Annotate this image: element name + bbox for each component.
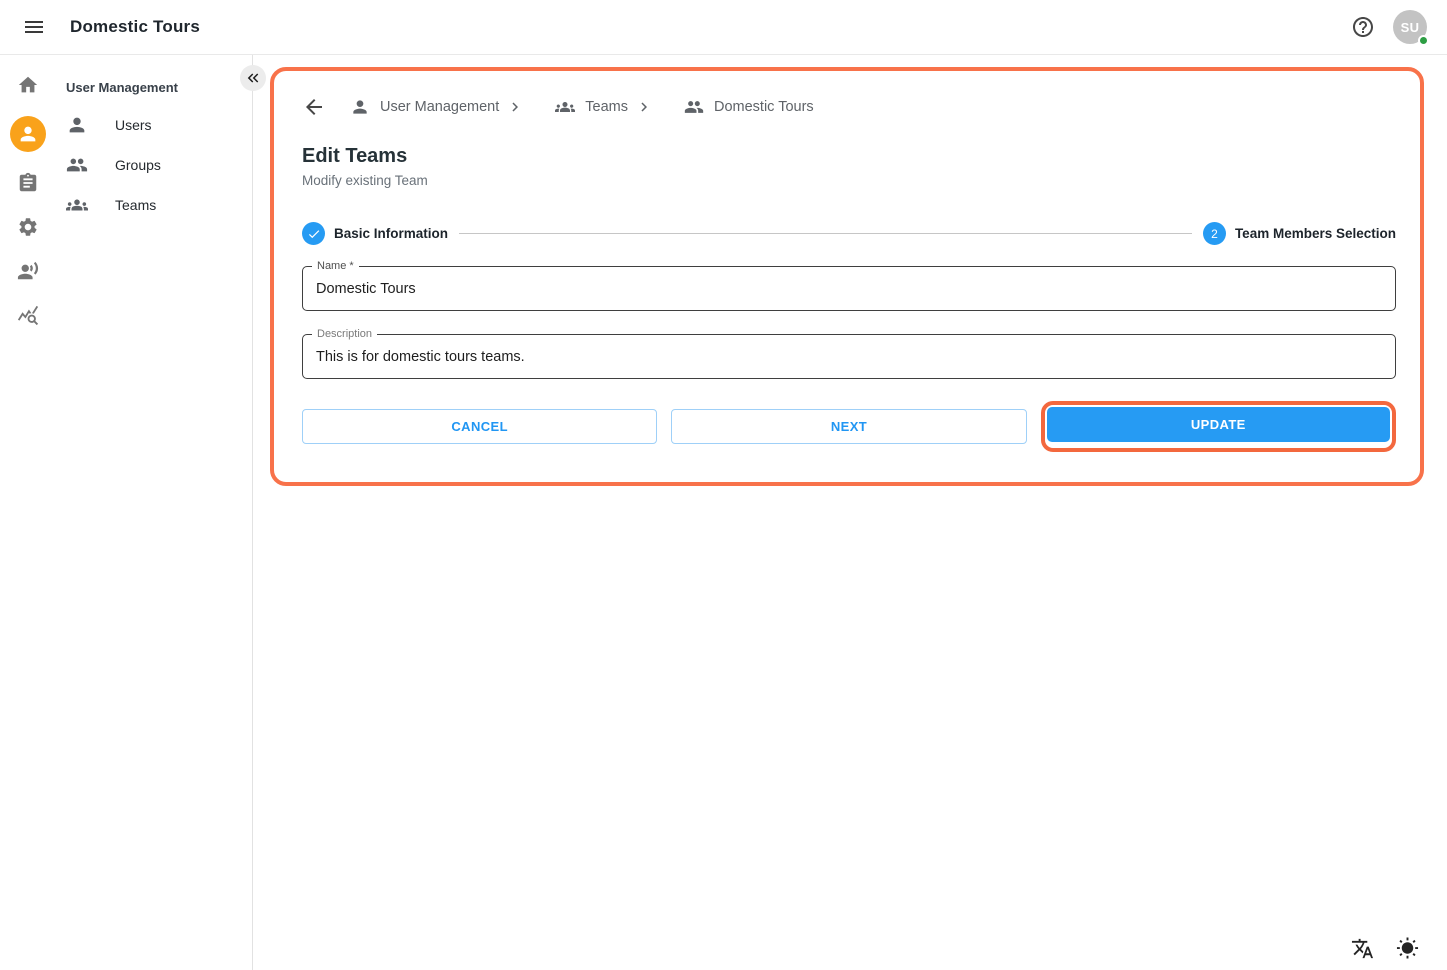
step-label: Team Members Selection	[1235, 226, 1396, 241]
sidebar-item-label: Users	[115, 117, 152, 133]
step-check-icon	[302, 222, 325, 245]
description-input[interactable]	[316, 349, 1382, 365]
name-field-label: Name *	[312, 260, 359, 272]
rail-analytics[interactable]	[6, 298, 50, 332]
sidebar-collapse-button[interactable]	[240, 65, 266, 91]
sidebar-item-users[interactable]: Users	[55, 105, 252, 145]
group-icon	[66, 154, 88, 176]
user-management-icon	[10, 116, 46, 152]
online-status-dot	[1418, 35, 1429, 46]
step-number: 2	[1203, 222, 1226, 245]
step-label: Basic Information	[334, 226, 448, 241]
menu-icon[interactable]	[22, 15, 46, 39]
description-field-label: Description	[312, 328, 377, 340]
rail-voice-over[interactable]	[6, 254, 50, 288]
sidebar-item-groups[interactable]: Groups	[55, 145, 252, 185]
sidebar-item-teams[interactable]: Teams	[55, 185, 252, 225]
user-icon	[350, 97, 370, 117]
stepper-connector	[459, 233, 1192, 234]
description-field: Description	[302, 334, 1396, 379]
clipboard-tasks-icon	[17, 172, 39, 194]
step-team-members-selection[interactable]: 2 Team Members Selection	[1203, 222, 1396, 245]
step-basic-information[interactable]: Basic Information	[302, 222, 448, 245]
chevron-right-icon	[506, 98, 524, 116]
user-icon	[66, 114, 88, 136]
breadcrumb-user-management[interactable]: User Management	[350, 97, 499, 117]
analytics-search-icon	[17, 304, 39, 326]
form-actions: CANCEL NEXT UPDATE	[302, 401, 1396, 452]
rail-tasks[interactable]	[6, 166, 50, 200]
next-button[interactable]: NEXT	[671, 409, 1026, 444]
sidebar-item-label: Teams	[115, 197, 156, 213]
rail-user-management[interactable]	[6, 112, 50, 156]
breadcrumb-label: Teams	[585, 99, 628, 115]
breadcrumb-label: User Management	[380, 99, 499, 115]
breadcrumb-teams[interactable]: Teams	[555, 97, 628, 117]
help-icon[interactable]	[1351, 15, 1375, 39]
main-content: User Management Teams	[253, 55, 1447, 970]
translate-icon[interactable]	[1351, 937, 1374, 960]
edit-team-panel-highlight: User Management Teams	[270, 67, 1424, 486]
icon-rail	[0, 55, 55, 970]
chevron-right-icon	[635, 98, 653, 116]
breadcrumb-domestic-tours[interactable]: Domestic Tours	[684, 97, 814, 117]
double-chevron-left-icon	[244, 69, 262, 87]
settings-gear-icon	[17, 216, 39, 238]
teams-icon	[555, 97, 575, 117]
app-title: Domestic Tours	[70, 17, 200, 37]
voice-over-user-icon	[17, 260, 39, 282]
group-icon	[684, 97, 704, 117]
update-button-highlight: UPDATE	[1041, 401, 1396, 452]
floating-tools	[1351, 937, 1419, 960]
name-input[interactable]	[316, 281, 1382, 297]
breadcrumb: User Management Teams	[302, 95, 1396, 119]
topbar: Domestic Tours SU	[0, 0, 1447, 55]
stepper: Basic Information 2 Team Members Selecti…	[302, 222, 1396, 245]
home-icon	[17, 74, 39, 96]
update-button[interactable]: UPDATE	[1047, 407, 1390, 442]
teams-icon	[66, 194, 88, 216]
user-avatar[interactable]: SU	[1393, 10, 1427, 44]
name-field: Name *	[302, 266, 1396, 311]
back-arrow-icon[interactable]	[302, 95, 326, 119]
sidebar-header: User Management	[55, 70, 252, 105]
rail-settings[interactable]	[6, 210, 50, 244]
page-title: Edit Teams	[302, 145, 1396, 168]
page-subtitle: Modify existing Team	[302, 173, 1396, 188]
rail-home[interactable]	[6, 68, 50, 102]
brightness-icon[interactable]	[1396, 937, 1419, 960]
breadcrumb-label: Domestic Tours	[714, 99, 814, 115]
sidebar-item-label: Groups	[115, 157, 161, 173]
sidebar: User Management Users Groups Teams	[55, 55, 253, 970]
cancel-button[interactable]: CANCEL	[302, 409, 657, 444]
